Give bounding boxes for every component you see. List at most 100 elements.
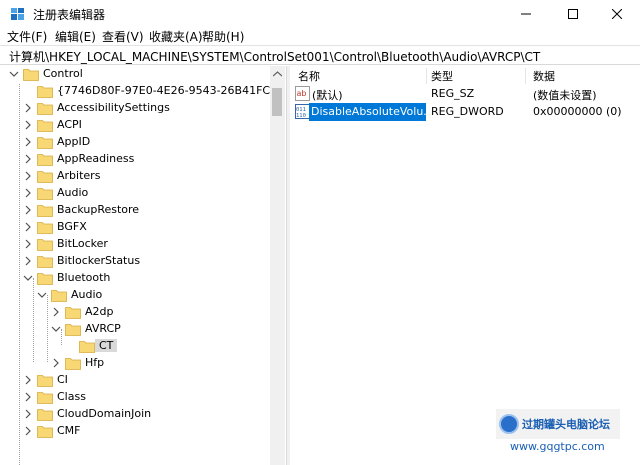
folder-icon [37, 409, 53, 421]
tree-item[interactable]: Control [3, 66, 273, 83]
chevron-right-icon[interactable] [23, 392, 33, 402]
key-tree[interactable]: Control {7746D80F-97E0-4E26-9543-26B41FC2… [3, 66, 282, 465]
value-row-selected[interactable]: 011 110 DisableAbsoluteVolu... REG_DWORD… [290, 103, 640, 121]
string-value-icon: ab [295, 86, 310, 101]
column-data[interactable]: 数据 [533, 66, 555, 84]
tree-item[interactable]: BitLocker [3, 236, 273, 253]
column-name[interactable]: 名称 [298, 66, 320, 84]
folder-icon [37, 392, 53, 404]
folder-icon [37, 137, 53, 149]
menu-edit[interactable]: 编辑(E) [55, 28, 96, 45]
svg-text:110: 110 [296, 113, 306, 119]
value-list[interactable]: 名称 类型 数据 ab (默认) REG_SZ (数值未设置) 011 110 … [290, 66, 640, 465]
close-button[interactable] [594, 0, 640, 27]
chevron-right-icon[interactable] [23, 375, 33, 385]
chevron-right-icon[interactable] [51, 358, 61, 368]
tree-item-label: AVRCP [85, 322, 121, 335]
tree-item-label: CloudDomainJoin [57, 407, 152, 420]
watermark-logo-icon [499, 414, 519, 434]
menu-view[interactable]: 查看(V) [102, 28, 144, 45]
chevron-right-icon[interactable] [23, 120, 33, 130]
minimize-icon [521, 13, 531, 14]
column-separator[interactable] [426, 68, 427, 84]
chevron-right-icon[interactable] [23, 409, 33, 419]
chevron-right-icon[interactable] [23, 426, 33, 436]
minimize-button[interactable] [503, 0, 549, 27]
address-bar[interactable]: 计算机\HKEY_LOCAL_MACHINE\SYSTEM\ControlSet… [0, 45, 640, 65]
tree-item-label: ACPI [57, 118, 82, 131]
tree-item[interactable]: BackupRestore [3, 202, 273, 219]
tree-scrollbar[interactable] [270, 66, 285, 465]
tree-item[interactable]: Bluetooth [3, 270, 273, 287]
tree-item-label: AppReadiness [57, 152, 135, 165]
chevron-down-icon[interactable] [37, 290, 47, 300]
selected-name-highlight: DisableAbsoluteVolu... [309, 103, 426, 121]
watermark: 过期罐头电脑论坛 [496, 409, 620, 439]
chevron-right-icon[interactable] [23, 239, 33, 249]
chevron-right-icon[interactable] [23, 205, 33, 215]
value-row[interactable]: ab (默认) REG_SZ (数值未设置) [290, 85, 640, 103]
tree-item-label: Hfp [85, 356, 105, 369]
chevron-right-icon[interactable] [23, 222, 33, 232]
tree-item[interactable]: Audio [3, 185, 273, 202]
tree-item-label: AccessibilitySettings [57, 101, 170, 114]
folder-icon [37, 205, 53, 217]
folder-icon [65, 307, 81, 319]
tree-item[interactable]: AccessibilitySettings [3, 100, 273, 117]
chevron-right-icon[interactable] [23, 188, 33, 198]
window-title: 注册表编辑器 [33, 8, 106, 22]
chevron-right-icon[interactable] [23, 137, 33, 147]
scroll-thumb[interactable] [272, 88, 282, 116]
menu-bar: 文件(F) 编辑(E) 查看(V) 收藏夹(A) 帮助(H) [0, 27, 640, 46]
value-data: (数值未设置) [533, 89, 597, 102]
maximize-button[interactable] [550, 0, 596, 27]
tree-item-label: Bluetooth [57, 271, 111, 284]
tree-item[interactable]: Audio [3, 287, 273, 304]
folder-open-icon [65, 324, 81, 336]
tree-item[interactable]: BitlockerStatus [3, 253, 273, 270]
tree-item-label: Control [43, 67, 83, 80]
chevron-right-icon[interactable] [23, 256, 33, 266]
tree-item-label: Audio [57, 186, 89, 199]
tree-item[interactable]: BGFX [3, 219, 273, 236]
tree-item-label: {7746D80F-97E0-4E26-9543-26B41FC22F79} [57, 84, 282, 97]
folder-icon [37, 86, 53, 98]
tree-item[interactable]: CMF [3, 423, 273, 440]
tree-item[interactable]: AppReadiness [3, 151, 273, 168]
tree-item-label: BitlockerStatus [57, 254, 141, 267]
chevron-right-icon[interactable] [51, 307, 61, 317]
tree-item[interactable]: CT [3, 338, 273, 355]
folder-open-icon [51, 290, 67, 302]
registry-editor-icon [11, 8, 24, 20]
column-separator[interactable] [525, 68, 526, 84]
svg-text:ab: ab [297, 89, 307, 98]
chevron-right-icon[interactable] [23, 154, 33, 164]
chevron-right-icon[interactable] [23, 171, 33, 181]
tree-item[interactable]: CI [3, 372, 273, 389]
chevron-down-icon[interactable] [23, 273, 33, 283]
chevron-down-icon[interactable] [51, 324, 61, 334]
chevron-right-icon[interactable] [23, 103, 33, 113]
title-bar: 注册表编辑器 [0, 0, 640, 27]
tree-item[interactable]: A2dp [3, 304, 273, 321]
close-icon [612, 8, 622, 19]
tree-item[interactable]: AppID [3, 134, 273, 151]
folder-icon [37, 103, 53, 115]
menu-file[interactable]: 文件(F) [7, 28, 47, 45]
folder-icon [37, 222, 53, 234]
menu-favorites[interactable]: 收藏夹(A) [149, 28, 203, 45]
tree-item[interactable]: Arbiters [3, 168, 273, 185]
tree-item[interactable]: CloudDomainJoin [3, 406, 273, 423]
tree-item[interactable]: {7746D80F-97E0-4E26-9543-26B41FC22F79} [3, 83, 282, 100]
folder-icon [65, 358, 81, 370]
scroll-up-icon[interactable] [273, 71, 282, 77]
tree-item[interactable]: Hfp [3, 355, 273, 372]
tree-item-label: A2dp [85, 305, 114, 318]
column-type[interactable]: 类型 [431, 66, 453, 84]
tree-item[interactable]: ACPI [3, 117, 273, 134]
chevron-down-icon[interactable] [9, 69, 19, 79]
tree-item[interactable]: Class [3, 389, 273, 406]
tree-item[interactable]: AVRCP [3, 321, 273, 338]
menu-help[interactable]: 帮助(H) [202, 28, 244, 45]
folder-icon [37, 426, 53, 438]
